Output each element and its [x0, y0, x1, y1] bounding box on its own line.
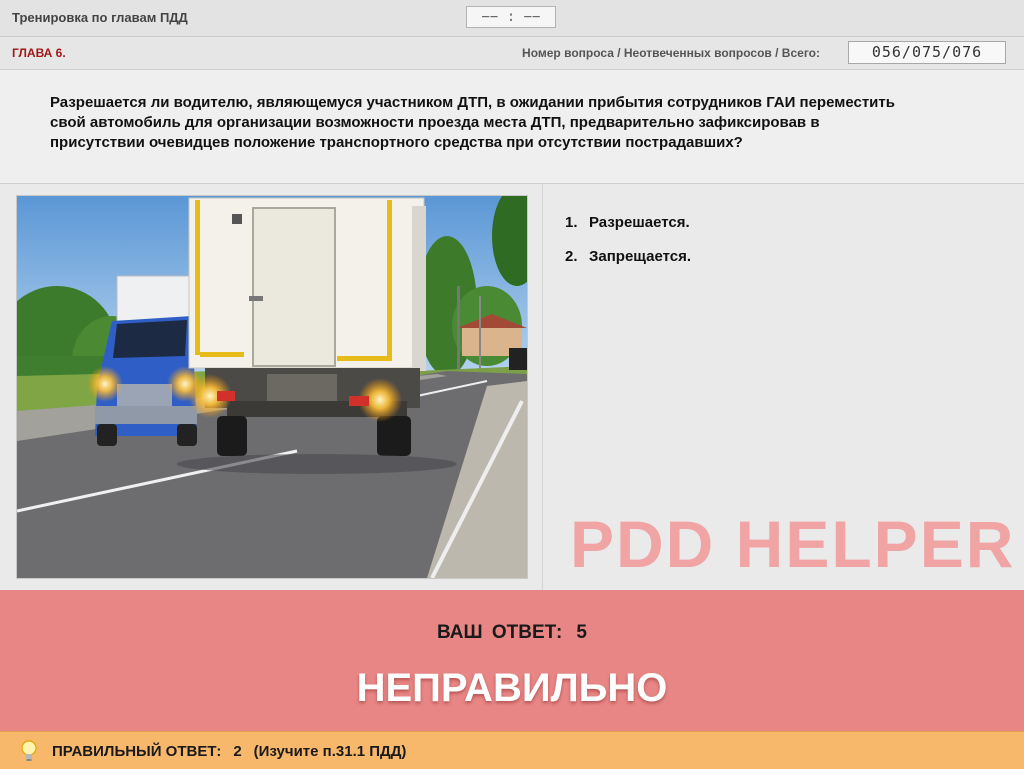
correct-answer-label: ПРАВИЛЬНЫЙ ОТВЕТ: [52, 743, 222, 760]
lightbulb-icon [21, 740, 37, 761]
correct-answer-text: ПРАВИЛЬНЫЙ ОТВЕТ: 2 (Изучите п.31.1 ПДД) [52, 743, 418, 760]
chapter-title: ГЛАВА 6. [12, 46, 66, 60]
top-bar: Тренировка по главам ПДД −− : −− [0, 0, 1024, 37]
question-counter-value: 056/075/076 [848, 41, 1006, 64]
question-counter-label: Номер вопроса / Неотвеченных вопросов / … [522, 46, 820, 60]
verdict-text: НЕПРАВИЛЬНО [356, 666, 668, 710]
your-answer: ВАШ ОТВЕТ: 5 [0, 622, 1024, 644]
question-photo [16, 195, 528, 579]
app-title: Тренировка по главам ПДД [12, 10, 188, 25]
question-content: 1. Разрешается. 2. Запрещается. PDD HELPER [0, 184, 1024, 590]
chapter-bar: ГЛАВА 6. Номер вопроса / Неотвеченных во… [0, 37, 1024, 70]
correct-answer-bar: ПРАВИЛЬНЫЙ ОТВЕТ: 2 (Изучите п.31.1 ПДД) [0, 731, 1024, 769]
answer-number: 1. [565, 214, 578, 231]
answer-number: 2. [565, 248, 578, 265]
study-hint: (Изучите п.31.1 ПДД) [253, 743, 407, 760]
answer-list: 1. Разрешается. 2. Запрещается. [565, 214, 1005, 282]
answer-text: Разрешается. [589, 214, 690, 231]
answer-option-2[interactable]: 2. Запрещается. [565, 248, 1005, 268]
answer-option-1[interactable]: 1. Разрешается. [565, 214, 1005, 234]
timer-display: −− : −− [466, 6, 556, 28]
question-panel: Разрешается ли водителю, являющемуся уча… [0, 70, 1024, 184]
question-text: Разрешается ли водителю, являющемуся уча… [50, 94, 895, 151]
your-answer-label: ВАШ ОТВЕТ: [437, 622, 563, 643]
your-answer-value: 5 [576, 622, 587, 643]
content-divider [542, 184, 543, 590]
watermark-logo: PDD HELPER [570, 507, 1016, 581]
correct-answer-value: 2 [233, 743, 242, 760]
result-panel: ВАШ ОТВЕТ: 5 НЕПРАВИЛЬНО [0, 590, 1024, 731]
answer-text: Запрещается. [589, 248, 692, 265]
